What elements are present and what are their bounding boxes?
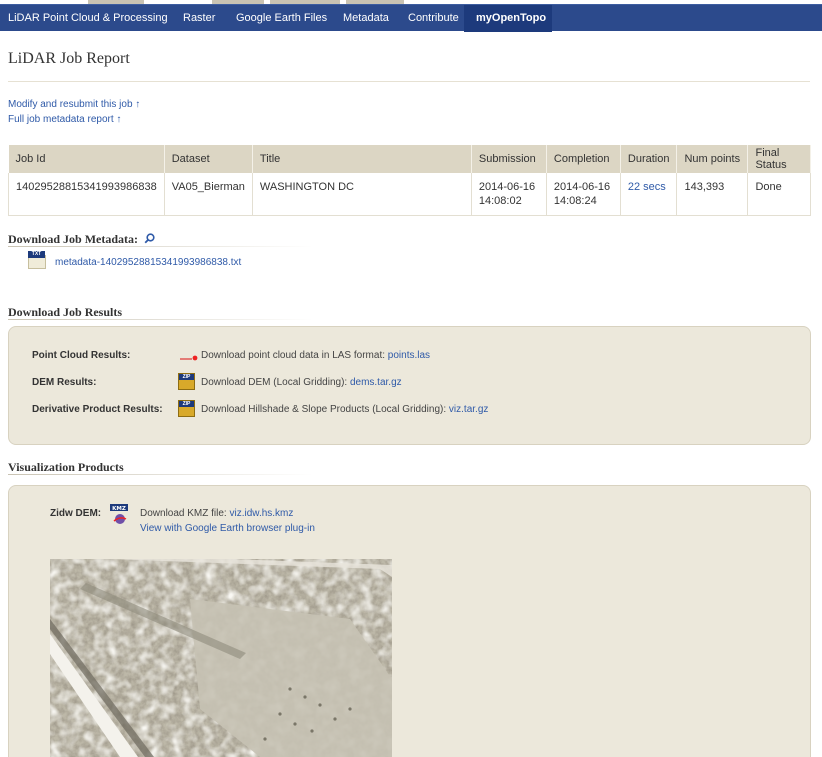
- nav-item-raster[interactable]: Raster: [183, 5, 215, 32]
- submission-time: 14:08:02: [478, 195, 522, 207]
- visualization-heading: Visualization Products: [8, 460, 124, 474]
- download-metadata-heading: Download Job Metadata:: [8, 232, 155, 247]
- nav-item-contribute[interactable]: Contribute: [408, 5, 459, 32]
- job-table: Job Id Dataset Title Submission Completi…: [8, 145, 811, 216]
- submission-date: 2014-06-16: [478, 181, 536, 193]
- points-las-link[interactable]: points.las: [388, 350, 430, 361]
- kmz-file-link[interactable]: viz.idw.hs.kmz: [229, 508, 293, 519]
- col-job-id: Job Id: [8, 145, 165, 173]
- page-title: LiDAR Job Report: [8, 50, 130, 67]
- cell-submission: 2014-06-16 14:08:02: [471, 173, 547, 216]
- completion-time: 14:08:24: [553, 195, 597, 207]
- download-results-heading: Download Job Results: [8, 305, 123, 319]
- point-cloud-results-text: Download point cloud data in LAS format:…: [201, 350, 430, 361]
- col-final-status: Final Status: [747, 145, 811, 173]
- table-row: 14029528815341993986838 VA05_Bierman WAS…: [8, 173, 811, 216]
- hillshade-dem-rendering: [50, 559, 392, 757]
- derivative-results-description: Download Hillshade & Slope Products (Loc…: [201, 404, 447, 415]
- main-navbar: LiDAR Point Cloud & Processing Raster Go…: [0, 4, 822, 32]
- cell-job-id: 14029528815341993986838: [8, 173, 165, 216]
- dem-results-description: Download DEM (Local Gridding):: [201, 377, 348, 388]
- duration-link[interactable]: 22 secs: [628, 181, 666, 193]
- visualization-section-divider: [8, 474, 313, 475]
- text-file-icon: [28, 251, 46, 269]
- nav-item-myopentopo[interactable]: myOpenTopo: [464, 5, 552, 32]
- search-icon[interactable]: [144, 233, 155, 244]
- point-cloud-icon: [180, 355, 198, 361]
- zip-icon: [178, 373, 195, 390]
- col-title: Title: [252, 145, 472, 173]
- completion-date: 2014-06-16: [553, 181, 611, 193]
- cell-title: WASHINGTON DC: [252, 173, 472, 216]
- col-completion: Completion: [546, 145, 621, 173]
- cell-completion: 2014-06-16 14:08:24: [546, 173, 621, 216]
- derivative-results-label: Derivative Product Results:: [32, 404, 163, 415]
- point-cloud-results-label: Point Cloud Results:: [32, 350, 131, 361]
- nav-item-metadata[interactable]: Metadata: [343, 5, 389, 32]
- dem-results-label: DEM Results:: [32, 377, 97, 388]
- cell-num-points: 143,393: [676, 173, 749, 216]
- idw-dem-label: Zidw DEM:: [50, 508, 102, 519]
- full-metadata-link[interactable]: Full job metadata report ↑: [8, 114, 121, 125]
- modify-resubmit-link[interactable]: Modify and resubmit this job ↑: [8, 99, 140, 110]
- cell-final-status: Done: [747, 173, 811, 216]
- kmz-file-icon: KMZ: [110, 504, 128, 524]
- cell-duration: 22 secs: [620, 173, 678, 216]
- cell-dataset: VA05_Bierman: [164, 173, 253, 216]
- dems-tar-link[interactable]: dems.tar.gz: [350, 377, 402, 388]
- col-dataset: Dataset: [164, 145, 253, 173]
- nav-item-google-earth[interactable]: Google Earth Files: [236, 5, 327, 32]
- hillshade-dem-image[interactable]: [50, 559, 392, 757]
- google-earth-plugin-link[interactable]: View with Google Earth browser plug-in: [140, 523, 315, 534]
- results-section-divider: [8, 319, 313, 320]
- results-panel: Point Cloud Results: Download point clou…: [8, 326, 811, 445]
- metadata-section-divider: [8, 246, 313, 247]
- metadata-file-link[interactable]: metadata-14029528815341993986838.txt: [55, 257, 241, 268]
- kmz-download-description: Download KMZ file:: [140, 508, 227, 519]
- job-table-header-row: Job Id Dataset Title Submission Completi…: [8, 145, 811, 173]
- col-num-points: Num points: [676, 145, 749, 173]
- dem-results-text: Download DEM (Local Gridding): dems.tar.…: [201, 377, 402, 388]
- svg-text:KMZ: KMZ: [112, 506, 126, 512]
- zip-icon: [178, 400, 195, 417]
- col-submission: Submission: [471, 145, 547, 173]
- kmz-download-text: Download KMZ file: viz.idw.hs.kmz: [140, 508, 293, 519]
- col-duration: Duration: [620, 145, 678, 173]
- title-divider: [8, 81, 810, 82]
- metadata-file-row: metadata-14029528815341993986838.txt: [28, 251, 241, 269]
- derivative-results-text: Download Hillshade & Slope Products (Loc…: [201, 404, 488, 415]
- viz-tar-link[interactable]: viz.tar.gz: [449, 404, 488, 415]
- nav-item-lidar[interactable]: LiDAR Point Cloud & Processing: [8, 5, 168, 32]
- download-metadata-heading-text: Download Job Metadata:: [8, 232, 139, 246]
- point-cloud-results-description: Download point cloud data in LAS format:: [201, 350, 385, 361]
